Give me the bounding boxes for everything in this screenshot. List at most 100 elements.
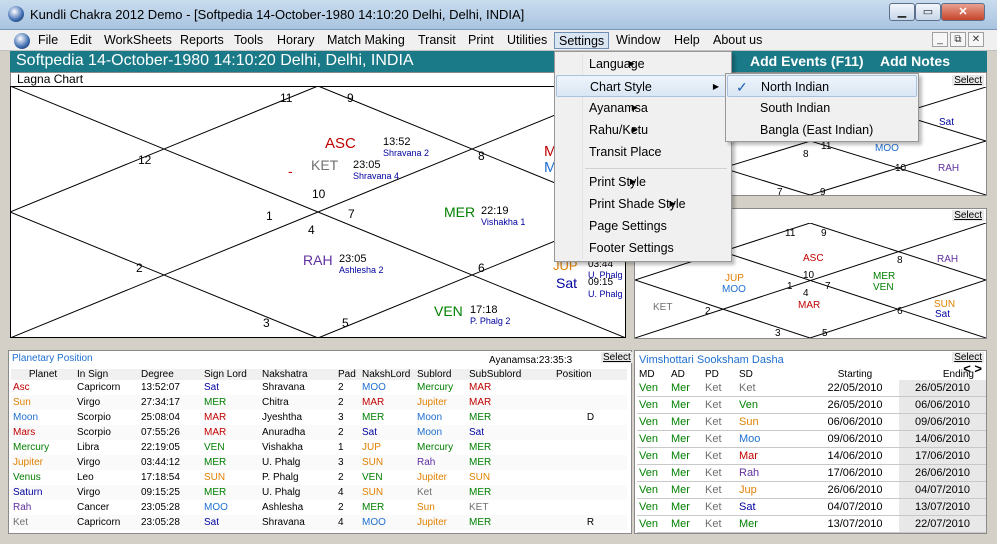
planet-row[interactable]: Moon Scorpio 25:08:04 MAR Jyeshtha 3 MER Moon ME… xyxy=(11,410,627,425)
settings-item-footer-settings[interactable]: Footer Settings xyxy=(556,237,674,259)
dasha-row[interactable]: Ven Mer Ket Jup 26/06/2010 04/07/2010 xyxy=(637,481,986,499)
menu-bar: File Edit WorkSheets Reports Tools Horar… xyxy=(0,30,997,51)
planet-row[interactable]: Jupiter Virgo 03:44:12 MER U. Phalg 3 SUN Rah ME… xyxy=(11,455,627,470)
planet-cell: MER xyxy=(469,517,492,528)
menu-file[interactable]: File xyxy=(34,32,62,49)
rm-house-11: 11 xyxy=(785,228,796,239)
menu-settings[interactable]: Settings xyxy=(554,32,610,49)
planet-row[interactable]: Ket Capricorn 23:05:28 Sat Shravana 4 MOO Jupit… xyxy=(11,515,627,530)
planet-row[interactable]: Rah Cancer 23:05:28 MOO Ashlesha 2 MER Sun KET xyxy=(11,500,627,515)
planet-cell: VEN xyxy=(204,442,225,453)
menu-worksheets[interactable]: WorkSheets xyxy=(100,32,176,49)
planet-cell: 23:05:28 xyxy=(141,517,180,528)
planet-cell: MAR xyxy=(362,397,385,408)
dasha-cell: Ket xyxy=(703,430,737,449)
select-link-top[interactable]: Select xyxy=(952,75,984,86)
menu-match-making[interactable]: Match Making xyxy=(323,32,409,49)
planet-cell: MOO xyxy=(362,517,386,528)
dasha-row[interactable]: Ven Mer Ket Rah 17/06/2010 26/06/2010 xyxy=(637,464,986,482)
dasha-cell: Ket xyxy=(703,396,737,415)
document-icon[interactable] xyxy=(14,33,30,49)
planet-row[interactable]: Venus Leo 17:18:54 SUN P. Phalg 2 VEN Jupiter SU… xyxy=(11,470,627,485)
menu-tools[interactable]: Tools xyxy=(230,32,267,49)
settings-item-language[interactable]: Language ▶ xyxy=(556,53,645,75)
window-title: Kundli Chakra 2012 Demo - [Softpedia 14-… xyxy=(30,7,525,22)
menu-help[interactable]: Help xyxy=(670,32,704,49)
dasha-row[interactable]: Ven Mer Ket Mer 13/07/2010 22/07/2010 xyxy=(637,515,986,533)
col-sd: SD xyxy=(739,369,753,380)
dasha-cell: Ven xyxy=(637,380,669,398)
app-icon[interactable] xyxy=(8,6,24,22)
select-link-mid[interactable]: Select xyxy=(952,210,984,221)
settings-item-print-style[interactable]: Print Style ▶ xyxy=(556,171,646,193)
planet-cell: Jupiter xyxy=(13,457,44,468)
planet-row[interactable]: Mercury Libra 22:19:05 VEN Vishakha 1 JUP Mercu… xyxy=(11,440,627,455)
submenu-arrow-icon: ▶ xyxy=(628,59,635,68)
chart-header: Softpedia 14-October-1980 14:10:20 Delhi… xyxy=(10,51,987,85)
dasha-row[interactable]: Ven Mer Ket Mar 14/06/2010 17/06/2010 xyxy=(637,447,986,465)
settings-item-label: Page Settings xyxy=(589,219,667,233)
maximize-button[interactable]: ▭ xyxy=(915,3,941,21)
dasha-row[interactable]: Ven Mer Ket Ket 22/05/2010 26/05/2010 xyxy=(637,380,986,398)
menu-edit[interactable]: Edit xyxy=(66,32,96,49)
menu-reports[interactable]: Reports xyxy=(176,32,228,49)
mdi-minimize-button[interactable]: _ xyxy=(932,32,948,47)
planet-cell: SUN xyxy=(204,472,226,483)
dasha-cell: Ven xyxy=(637,464,669,482)
menu-window[interactable]: Window xyxy=(612,32,664,49)
planet-cell: U. Phalg xyxy=(262,487,301,498)
settings-item-transit-place[interactable]: Transit Place xyxy=(556,141,661,163)
menu-horary[interactable]: Horary xyxy=(273,32,319,49)
settings-item-ayanamsa[interactable]: Ayanamsa ▶ xyxy=(556,97,648,119)
chart-style-bangla[interactable]: Bangla (East Indian) xyxy=(727,119,873,141)
planet-cell: 2 xyxy=(338,382,344,393)
planet-cell: Ket xyxy=(417,487,433,498)
dasha-cell: Mer xyxy=(669,430,703,449)
menu-print[interactable]: Print xyxy=(464,32,498,49)
planet-row[interactable]: Mars Scorpio 07:55:26 MAR Anuradha 2 Sat Moon Sa… xyxy=(11,425,627,440)
menu-about-us[interactable]: About us xyxy=(709,32,766,49)
settings-item-chart-style[interactable]: Chart Style ▶ xyxy=(556,75,730,97)
dasha-row[interactable]: Ven Mer Ket Sat 04/07/2010 13/07/2010 xyxy=(637,498,986,516)
planet-cell: KET xyxy=(469,502,489,513)
rm-house-4: 4 xyxy=(803,288,809,299)
dasha-row[interactable]: Ven Mer Ket Moo 09/06/2010 14/06/2010 xyxy=(637,430,986,449)
lagna-chart[interactable]: 11 9 12 8 10 1 7 4 2 6 3 5 ASC 13:52 Shr… xyxy=(10,86,626,338)
select-link-planetary[interactable]: Select xyxy=(601,352,633,363)
dasha-row[interactable]: Ven Mer Ket Ven 26/05/2010 06/06/2010 xyxy=(637,396,986,415)
planet-cell: 2 xyxy=(338,427,344,438)
dasha-cell: 13/07/2010 xyxy=(811,515,899,533)
house-4: 4 xyxy=(308,223,315,237)
col-sign-lord: Sign Lord xyxy=(204,369,247,380)
chart-style-north-indian[interactable]: ✓ North Indian xyxy=(727,75,917,97)
planet-cell: MAR xyxy=(469,382,492,393)
menu-transit[interactable]: Transit xyxy=(414,32,460,49)
rm-mer: MER xyxy=(873,271,895,282)
settings-item-rahu-ketu[interactable]: Rahu/Ketu ▶ xyxy=(556,119,648,141)
mdi-restore-button[interactable]: ⧉ xyxy=(950,32,966,47)
sat-degree: 09:15 xyxy=(588,277,613,288)
planet-cell: Sun xyxy=(417,502,435,513)
dasha-cell: Mer xyxy=(669,447,703,465)
add-events-button[interactable]: Add Events (F11) xyxy=(750,53,864,69)
planet-cell: Scorpio xyxy=(77,412,111,423)
menu-utilities[interactable]: Utilities xyxy=(503,32,551,49)
submenu-arrow-icon: ▶ xyxy=(712,82,719,91)
dasha-row[interactable]: Ven Mer Ket Sun 06/06/2010 09/06/2010 xyxy=(637,413,986,432)
planet-cell: MER xyxy=(362,502,385,513)
planet-row[interactable]: Saturn Virgo 09:15:25 MER U. Phalg 4 SUN Ket MER xyxy=(11,485,627,500)
settings-item-page-settings[interactable]: Page Settings xyxy=(556,215,667,237)
col-degree: Degree xyxy=(141,369,174,380)
close-button[interactable]: ✕ xyxy=(941,3,985,21)
lagna-title-bar: Lagna Chart xyxy=(10,72,626,86)
submenu-arrow-icon: ▶ xyxy=(631,103,638,112)
planet-cell: 2 xyxy=(338,397,344,408)
chart-style-south-indian[interactable]: South Indian xyxy=(727,97,830,119)
minimize-button[interactable]: ▁ xyxy=(889,3,915,21)
dasha-cell: Sat xyxy=(737,498,811,516)
settings-item-print-shade-style[interactable]: Print Shade Style ▶ xyxy=(556,193,686,215)
mdi-close-button[interactable]: ✕ xyxy=(968,32,984,47)
planet-row[interactable]: Sun Virgo 27:34:17 MER Chitra 2 MAR Jupiter MAR xyxy=(11,395,627,410)
planet-row[interactable]: Asc Capricorn 13:52:07 Sat Shravana 2 MOO Mercu… xyxy=(11,380,627,395)
menu-separator xyxy=(585,168,727,169)
